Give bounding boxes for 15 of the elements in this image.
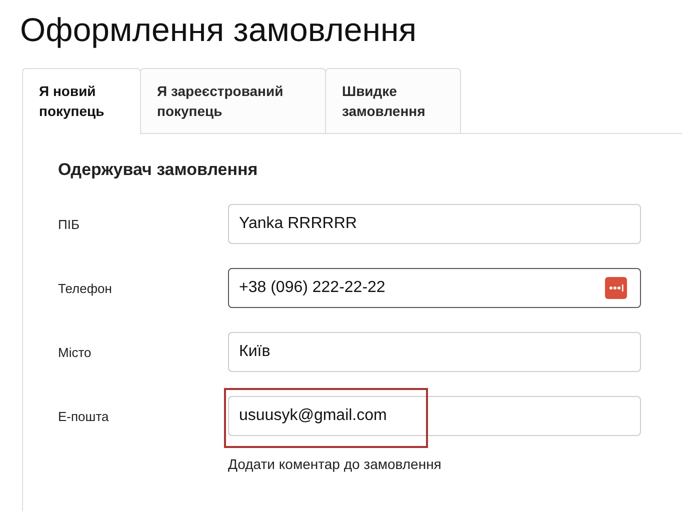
tab[interactable]: Швидке замовлення xyxy=(325,68,461,134)
tab[interactable]: Я зареєстрований покупець xyxy=(140,68,326,134)
input-field[interactable]: +38 (096) 222-22-22 xyxy=(228,268,641,308)
field-label: Телефон xyxy=(58,280,113,296)
autofill-icon[interactable] xyxy=(605,277,627,299)
page-title: Оформлення замовлення xyxy=(20,10,418,50)
input-field[interactable]: Київ xyxy=(228,332,641,372)
field-label: ПІБ xyxy=(58,216,80,232)
input-field[interactable]: usuusyk@gmail.com xyxy=(228,396,641,436)
add-comment-link[interactable]: Додати коментар до замовлення xyxy=(228,456,442,472)
input-field[interactable]: Yanka RRRRRR xyxy=(228,204,641,244)
section-title: Одержувач замовлення xyxy=(58,159,259,181)
tab[interactable]: Я новий покупець xyxy=(22,68,141,134)
field-label: Місто xyxy=(58,344,92,360)
field-label: Е-пошта xyxy=(58,408,110,424)
